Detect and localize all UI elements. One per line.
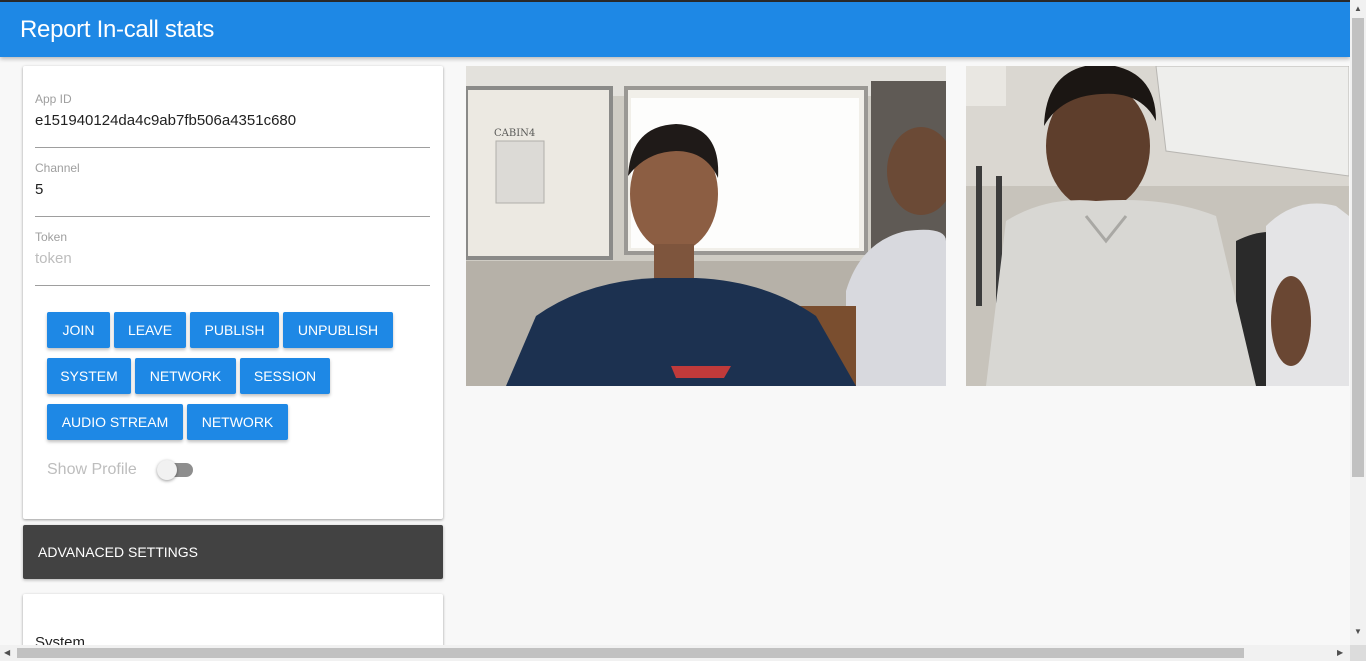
svg-text:CABIN4: CABIN4 [494,128,535,139]
person-video-feed-icon [966,66,1349,386]
system-stats-button[interactable]: SYSTEM [47,358,131,394]
local-video-stream: CABIN4 [466,66,946,386]
publish-button[interactable]: PUBLISH [190,312,279,348]
horizontal-scrollbar-thumb[interactable] [17,648,1244,658]
person-video-feed-icon: CABIN4 [466,66,946,386]
remote-video-stream [966,66,1349,386]
channel-label: Channel [35,161,80,175]
scroll-up-arrow-icon[interactable]: ▲ [1354,4,1362,13]
channel-field: Channel [35,161,430,217]
token-field: Token [35,230,430,286]
token-label: Token [35,230,68,244]
vertical-scrollbar[interactable]: ▲ ▼ [1350,0,1366,645]
session-stats-button[interactable]: SESSION [240,358,330,394]
audio-stream-stats-button[interactable]: AUDIO STREAM [47,404,183,440]
show-profile-label: Show Profile [47,461,137,478]
token-input[interactable] [35,250,430,267]
unpublish-button[interactable]: UNPUBLISH [283,312,393,348]
app-bar: Report In-call stats [0,2,1350,57]
network-stats-button[interactable]: NETWORK [135,358,236,394]
page-title: Report In-call stats [20,16,215,43]
network-stats-button-2[interactable]: NETWORK [187,404,288,440]
app-id-label: App ID [35,92,72,106]
settings-card: App ID Channel Token JOIN LEAVE PUBLISH … [23,66,443,519]
join-button[interactable]: JOIN [47,312,110,348]
scrollbar-corner [1350,645,1366,661]
show-profile-switch-thumb[interactable] [157,460,177,480]
horizontal-scrollbar[interactable]: ◀ ▶ [0,645,1350,661]
scroll-right-arrow-icon[interactable]: ▶ [1337,648,1343,657]
advanced-settings-label: ADVANACED SETTINGS [38,544,198,560]
vertical-scrollbar-thumb[interactable] [1352,18,1364,477]
leave-button[interactable]: LEAVE [114,312,186,348]
scroll-down-arrow-icon[interactable]: ▼ [1354,627,1362,636]
scroll-left-arrow-icon[interactable]: ◀ [4,648,10,657]
channel-input[interactable] [35,181,430,198]
advanced-settings-panel[interactable]: ADVANACED SETTINGS [23,525,443,579]
app-id-input[interactable] [35,112,430,129]
app-id-field: App ID [35,92,430,148]
